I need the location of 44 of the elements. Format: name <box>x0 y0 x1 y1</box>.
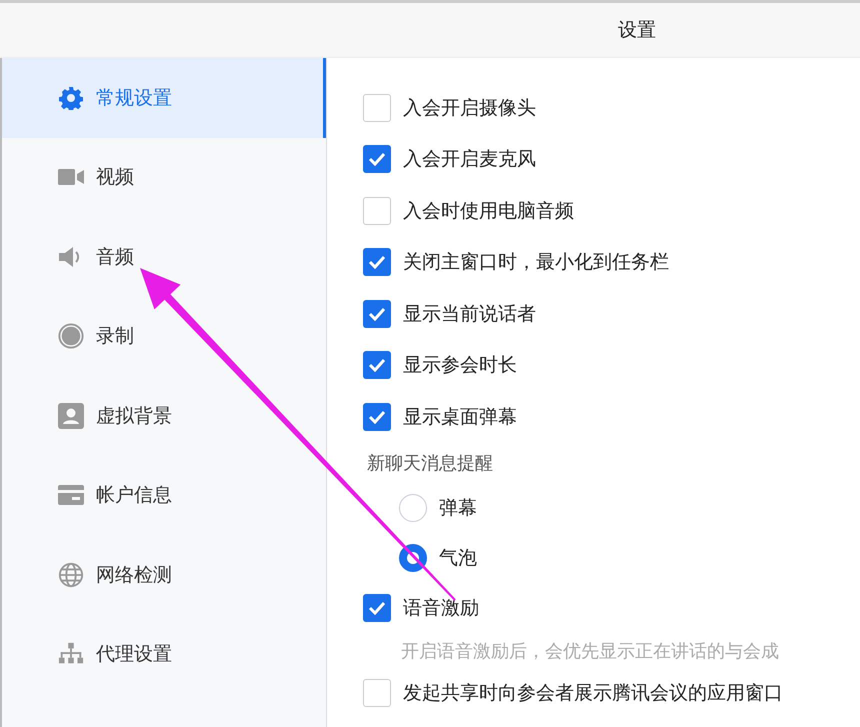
gear-icon <box>59 86 83 110</box>
checkbox[interactable] <box>363 248 391 276</box>
checkbox-label: 语音激励 <box>403 596 479 622</box>
section-heading: 新聊天消息提醒 <box>367 452 493 474</box>
sidebar-item[interactable]: 音频 <box>2 217 326 296</box>
sidebar-item[interactable]: 虚拟背景 <box>2 376 326 456</box>
radio-label: 气泡 <box>439 546 477 570</box>
person-card-icon <box>58 402 84 429</box>
video-camera-icon <box>58 168 84 186</box>
check-icon <box>368 358 386 372</box>
check-icon <box>368 601 386 616</box>
sidebar-item[interactable]: 帐户信息 <box>2 456 326 535</box>
checkbox-label: 入会开启摄像头 <box>403 96 536 121</box>
sidebar-item[interactable]: 网络检测 <box>2 535 326 614</box>
hint-text: 开启语音激励后，会优先显示正在讲话的与会成 <box>401 640 779 662</box>
checkbox[interactable] <box>363 94 391 122</box>
checkbox[interactable] <box>363 678 391 707</box>
check-icon <box>368 306 386 321</box>
checkbox[interactable] <box>363 196 391 225</box>
window-title: 设置 <box>618 18 656 43</box>
check-icon <box>368 152 386 166</box>
sidebar-item[interactable]: 视频 <box>2 138 326 217</box>
sidebar-item[interactable]: 录制 <box>2 296 326 376</box>
checkbox[interactable] <box>363 145 391 174</box>
checkbox[interactable] <box>363 594 391 622</box>
checkbox[interactable] <box>363 300 391 328</box>
checkbox-label: 发起共享时向参会者展示腾讯会议的应用窗口 <box>403 680 783 706</box>
checkbox-label: 入会开启麦克风 <box>403 147 536 172</box>
checkbox-label: 显示当前说话者 <box>403 302 536 327</box>
record-icon <box>58 322 84 350</box>
sidebar-item[interactable]: 代理设置 <box>2 614 326 694</box>
check-icon <box>368 410 386 424</box>
globe-icon <box>58 560 84 589</box>
checkbox-label: 显示参会时长 <box>403 353 517 378</box>
sidebar-item[interactable]: 常规设置 <box>2 58 326 138</box>
card-icon <box>58 485 84 506</box>
checkbox[interactable] <box>363 402 391 431</box>
network-tree-icon <box>58 642 84 666</box>
checkbox-label: 关闭主窗口时，最小化到任务栏 <box>403 250 669 276</box>
check-icon <box>368 255 386 270</box>
checkbox-label: 显示桌面弹幕 <box>403 404 517 430</box>
checkbox-label: 入会时使用电脑音频 <box>403 198 574 224</box>
radio-label: 弹幕 <box>439 496 477 520</box>
checkbox[interactable] <box>363 351 391 380</box>
